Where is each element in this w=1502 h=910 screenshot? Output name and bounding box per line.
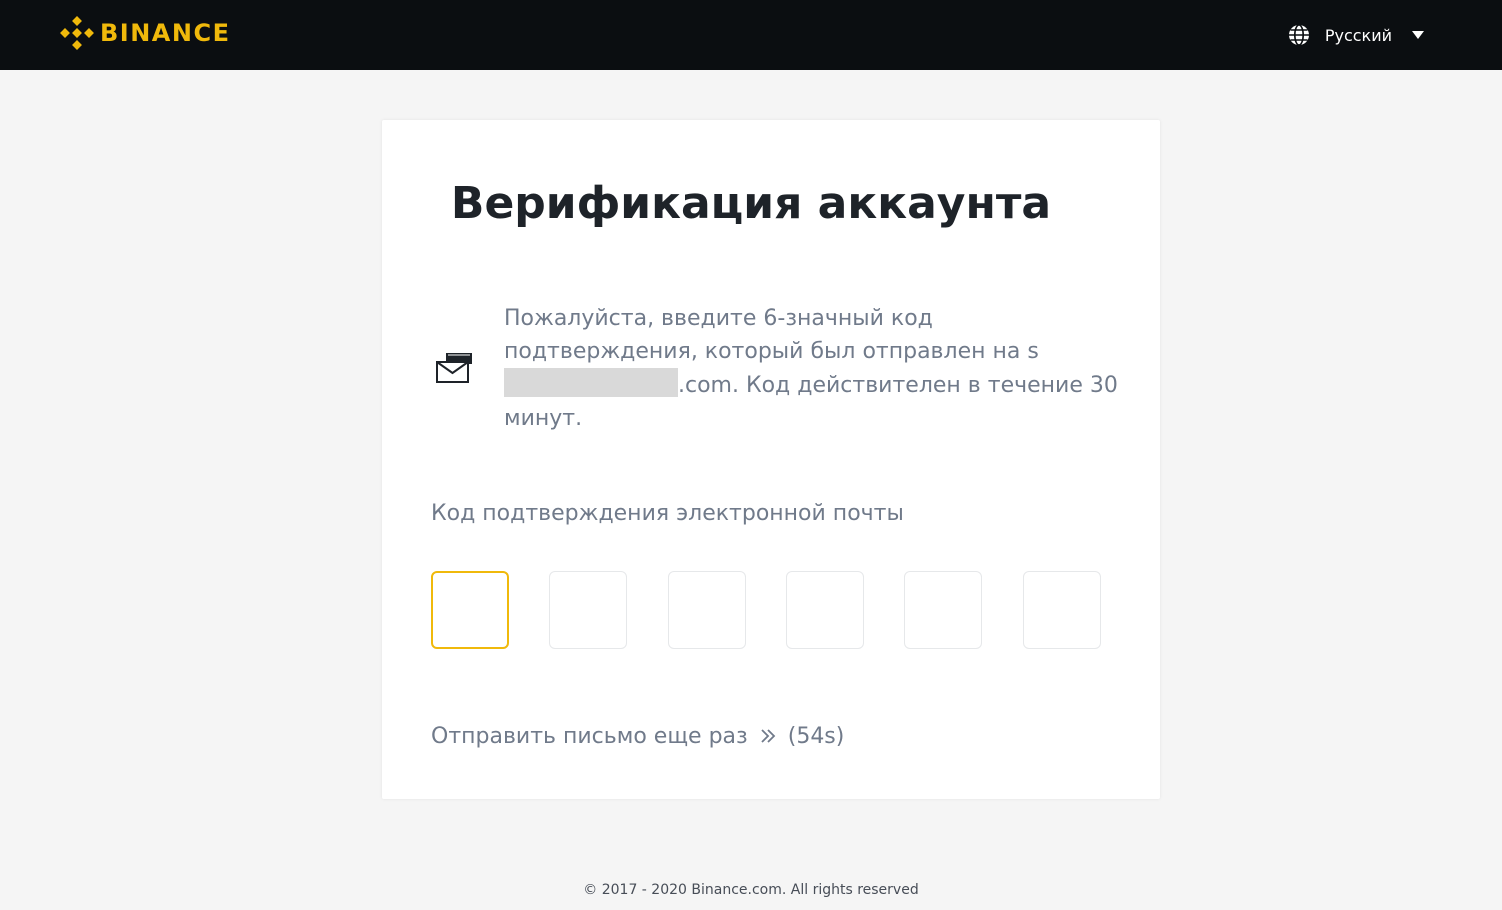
brand-name: BINANCE <box>100 19 231 47</box>
code-digit-input-2[interactable] <box>549 571 627 649</box>
language-label: Русский <box>1324 25 1392 45</box>
instructions-text-before: Пожалуйста, введите 6-значный код подтве… <box>504 306 1039 364</box>
language-selector[interactable]: Русский <box>1288 22 1424 48</box>
globe-icon <box>1288 24 1309 46</box>
code-digit-input-1[interactable] <box>431 571 509 649</box>
code-digit-input-6[interactable] <box>1023 571 1101 649</box>
code-digit-input-3[interactable] <box>668 571 746 649</box>
code-digit-input-5[interactable] <box>904 571 982 649</box>
verification-instructions: Пожалуйста, введите 6-значный код подтве… <box>504 302 1124 435</box>
brand-logo[interactable]: BINANCE <box>60 16 230 50</box>
page-title: Верификация аккаунта <box>450 178 1052 229</box>
email-code-label: Код подтверждения электронной почты <box>431 501 904 526</box>
resend-email-link[interactable]: Отправить письмо еще раз (54s) <box>431 721 844 753</box>
caret-down-icon <box>1412 31 1424 39</box>
footer-copyright: © 2017 - 2020 Binance.com. All rights re… <box>583 882 919 898</box>
redacted-email <box>504 368 678 397</box>
resend-label: Отправить письмо еще раз <box>431 724 748 749</box>
envelope-icon <box>436 353 472 383</box>
resend-countdown: (54s) <box>787 724 845 749</box>
double-chevron-right-icon <box>761 729 776 743</box>
top-navigation-bar: BINANCE Русский <box>0 0 1502 70</box>
binance-diamond-logo-icon <box>60 16 94 50</box>
code-digit-input-4[interactable] <box>786 571 864 649</box>
